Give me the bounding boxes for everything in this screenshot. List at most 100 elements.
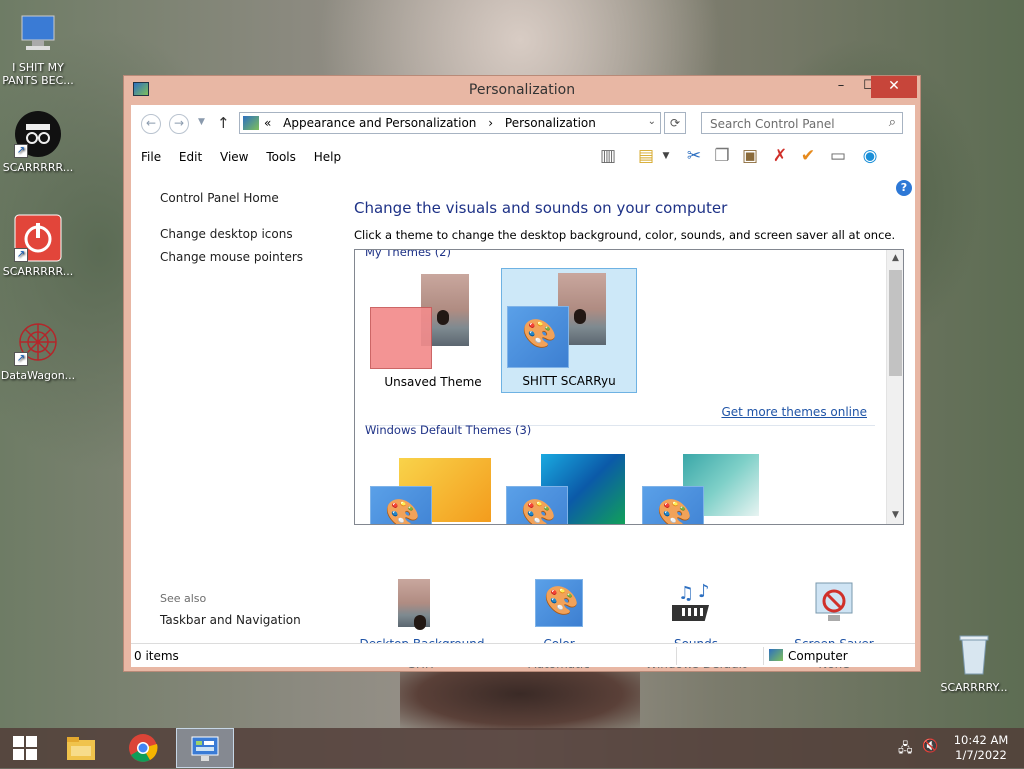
page-title: Change the visuals and sounds on your co…	[354, 199, 728, 217]
divider	[676, 647, 677, 665]
search-input[interactable]: Search Control Panel ⌕	[701, 112, 903, 134]
back-button[interactable]: ←	[141, 114, 161, 134]
copy-icon[interactable]: ❐	[711, 145, 733, 167]
desktop-icon-pc[interactable]: I SHIT MY PANTS BEC...	[0, 10, 76, 87]
taskbar: 🖧 🔇 10:42 AM 1/7/2022	[0, 728, 1024, 768]
desktop-icon-shortcut[interactable]: ↗ DataWagon...	[0, 318, 76, 382]
theme-flowers[interactable]: 🎨	[637, 450, 773, 524]
screen-saver-icon	[810, 579, 858, 627]
start-button[interactable]	[0, 728, 50, 768]
forward-button[interactable]: →	[169, 114, 189, 134]
svg-text:♪: ♪	[698, 581, 710, 602]
refresh-button[interactable]: ⟳	[664, 112, 686, 134]
breadcrumb-separator[interactable]: ›	[488, 116, 493, 130]
item-count: 0 items	[134, 649, 179, 663]
desktop-icon-shortcut[interactable]: ↗ SCARRRRR...	[0, 110, 76, 174]
delete-icon[interactable]: ✗	[769, 145, 791, 167]
control-panel-taskbar-button[interactable]	[176, 728, 234, 768]
check-icon[interactable]: ✔	[797, 145, 819, 167]
menu-tools[interactable]: Tools	[266, 150, 296, 164]
taskbar-clock[interactable]: 10:42 AM 1/7/2022	[946, 733, 1016, 763]
change-mouse-pointers-link[interactable]: Change mouse pointers	[160, 250, 303, 264]
main-pane: ? Change the visuals and sounds on your …	[354, 169, 914, 671]
menu-view[interactable]: View	[220, 150, 248, 164]
up-button[interactable]: ↑	[217, 114, 230, 132]
breadcrumb-overflow[interactable]: «	[264, 116, 271, 130]
left-pane: Control Panel Home Change desktop icons …	[131, 169, 341, 643]
breadcrumb-personalization[interactable]: Personalization	[505, 116, 596, 130]
scroll-up-icon[interactable]: ▲	[887, 250, 903, 267]
control-panel-home-link[interactable]: Control Panel Home	[160, 191, 279, 205]
default-themes-group-label: Windows Default Themes (3)	[365, 423, 532, 437]
taskbar-navigation-link[interactable]: Taskbar and Navigation	[160, 613, 301, 627]
desktop-icon-label: I SHIT MY PANTS BEC...	[2, 61, 74, 87]
theme-name: Unsaved Theme	[384, 375, 482, 389]
theme-list[interactable]: My Themes (2) Unsaved Theme 🎨 SHITT SCAR…	[354, 249, 904, 525]
desktop-icon-label: SCARRRRR...	[2, 265, 74, 278]
background-thumbnail	[398, 579, 430, 630]
color-palette-icon: 🎨	[370, 486, 432, 524]
scroll-down-icon[interactable]: ▼	[887, 507, 903, 524]
properties-icon[interactable]: ▭	[827, 145, 849, 167]
personalization-window: Personalization – ☐ ✕ ← → ▼ ↑ « Appearan…	[123, 75, 921, 672]
get-more-themes-link[interactable]: Get more themes online	[721, 405, 867, 419]
scroll-thumb[interactable]	[889, 270, 902, 376]
minimize-button[interactable]: –	[827, 76, 855, 98]
spy-icon: ↗	[14, 110, 62, 158]
title-bar[interactable]: Personalization – ☐ ✕	[124, 76, 920, 104]
recent-pages-icon[interactable]: ▼	[198, 117, 205, 127]
power-icon: ↗	[14, 214, 62, 262]
color-palette-icon: 🎨	[506, 486, 568, 524]
address-bar[interactable]: « Appearance and Personalization › Perso…	[239, 112, 661, 134]
control-panel-icon	[243, 116, 259, 130]
desktop-icon-shortcut[interactable]: ↗ SCARRRRR...	[0, 214, 76, 278]
computer-icon	[14, 10, 62, 58]
desktop-icon-label: SCARRRRY...	[940, 681, 1008, 694]
menu-file[interactable]: File	[141, 150, 161, 164]
menu-help[interactable]: Help	[314, 150, 341, 164]
paste-icon[interactable]: ▣	[739, 145, 761, 167]
theme-name: SHITT SCARRyu	[522, 374, 616, 388]
window-title: Personalization	[468, 82, 576, 98]
close-button[interactable]: ✕	[871, 76, 917, 98]
recycle-bin-icon	[950, 630, 998, 678]
color-palette-icon: 🎨	[642, 486, 704, 524]
theme-list-scrollbar[interactable]: ▲ ▼	[886, 250, 903, 524]
address-row: ← → ▼ ↑ « Appearance and Personalization…	[131, 105, 915, 141]
volume-muted-icon[interactable]: 🔇	[922, 739, 938, 754]
divider	[763, 647, 764, 665]
shortcut-arrow-icon: ↗	[14, 248, 28, 262]
page-description: Click a theme to change the desktop back…	[354, 228, 896, 242]
window-client: ← → ▼ ↑ « Appearance and Personalization…	[131, 105, 915, 671]
theme-windows[interactable]: 🎨	[365, 450, 501, 524]
change-desktop-icons-link[interactable]: Change desktop icons	[160, 227, 293, 241]
search-placeholder: Search Control Panel	[710, 117, 835, 131]
status-location: Computer	[788, 649, 848, 663]
globe-icon[interactable]: ◉	[859, 145, 881, 167]
status-bar: 0 items Computer	[131, 643, 915, 667]
sounds-icon: ♫ ♪	[664, 579, 720, 627]
shortcut-arrow-icon: ↗	[14, 144, 28, 158]
layout-icon[interactable]: ▥	[597, 145, 619, 167]
help-icon[interactable]: ?	[896, 180, 912, 196]
chrome-taskbar-button[interactable]	[118, 728, 168, 768]
shortcut-arrow-icon: ↗	[14, 352, 28, 366]
color-palette-icon: 🎨	[507, 306, 569, 368]
network-icon[interactable]: 🖧	[898, 739, 913, 761]
folder-options-icon[interactable]: ▤	[635, 145, 657, 167]
search-icon[interactable]: ⌕	[889, 115, 896, 130]
see-also-label: See also	[160, 592, 207, 605]
clock-date: 1/7/2022	[955, 748, 1007, 762]
chevron-down-icon[interactable]: ⌄	[648, 116, 656, 127]
chevron-down-icon[interactable]: ▼	[655, 145, 677, 167]
theme-lines-and-colors[interactable]: 🎨	[501, 450, 637, 524]
menu-toolbar-row: File Edit View Tools Help ▥ ▤ ▼ ✂ ❐ ▣ ✗ …	[131, 141, 915, 169]
theme-unsaved[interactable]: Unsaved Theme	[365, 270, 501, 395]
theme-color-swatch	[370, 307, 432, 369]
cut-icon[interactable]: ✂	[683, 145, 705, 167]
file-explorer-taskbar-button[interactable]	[56, 728, 106, 768]
breadcrumb-appearance[interactable]: Appearance and Personalization	[283, 116, 476, 130]
menu-edit[interactable]: Edit	[179, 150, 202, 164]
theme-shitt-scarryu[interactable]: 🎨 SHITT SCARRyu	[501, 268, 637, 393]
desktop-icon-recycle-bin[interactable]: SCARRRRY...	[936, 630, 1012, 694]
